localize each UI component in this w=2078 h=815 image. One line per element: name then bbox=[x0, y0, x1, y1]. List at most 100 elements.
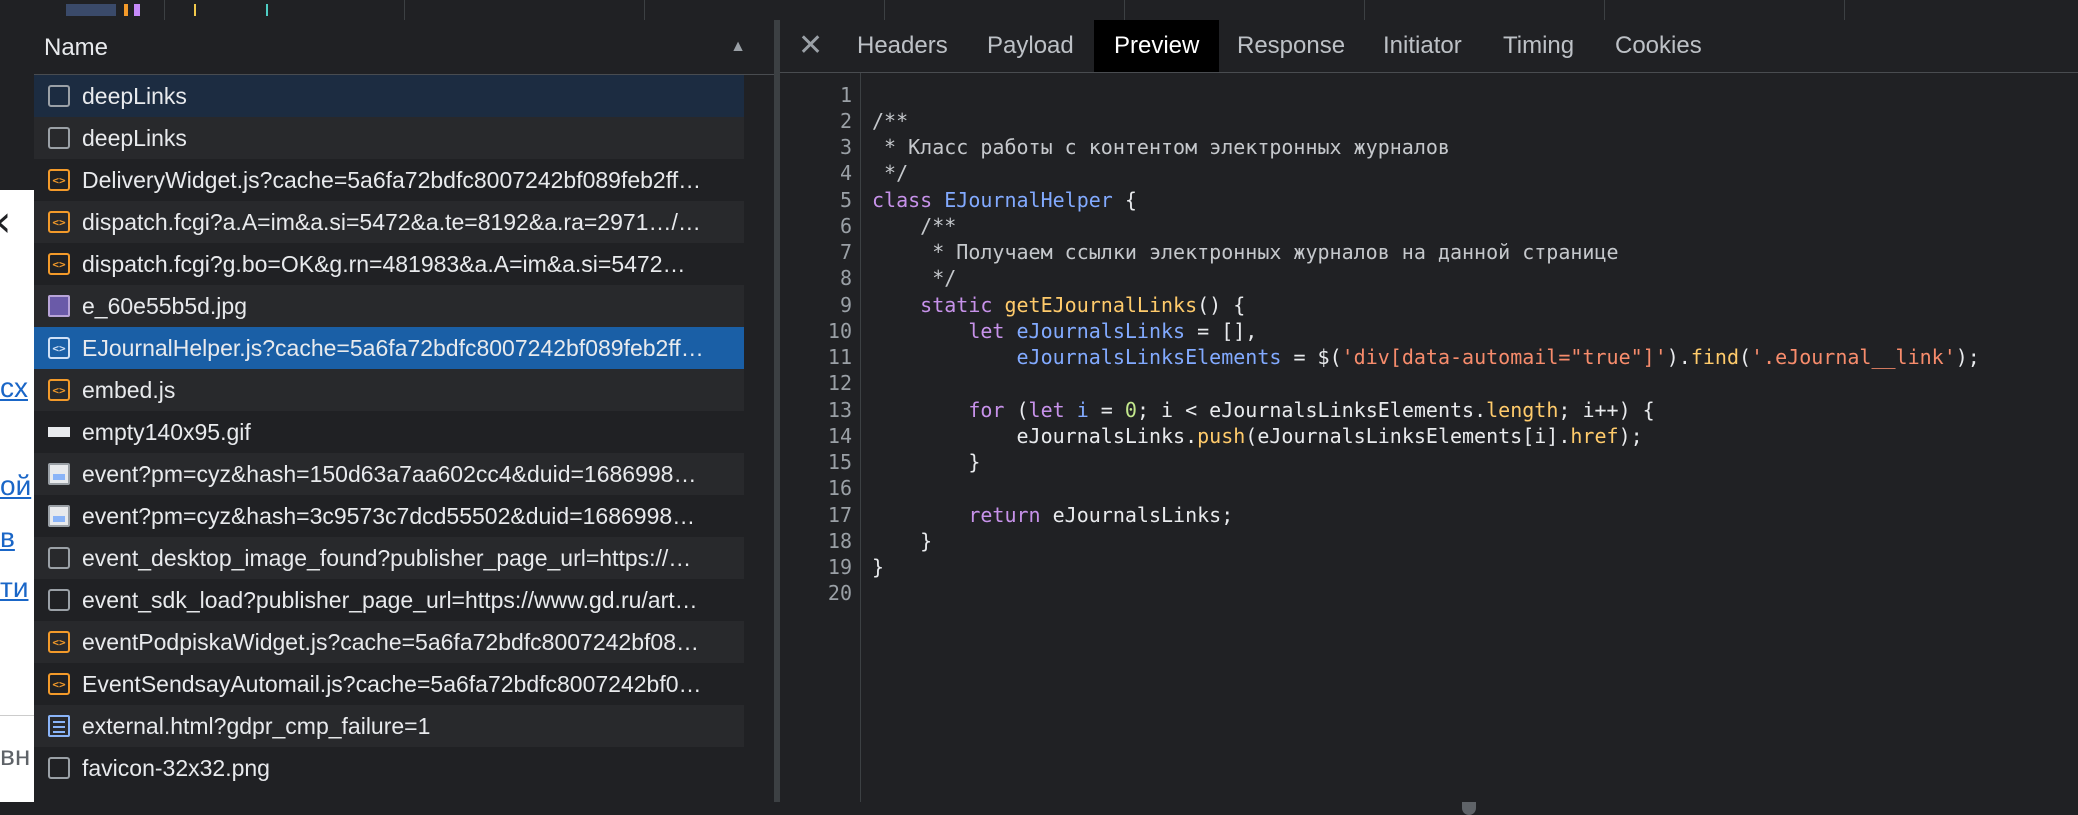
close-detail-icon[interactable]: ✕ bbox=[798, 28, 823, 63]
name-column-label: Name bbox=[44, 34, 109, 61]
tab-response[interactable]: Response bbox=[1237, 20, 1345, 72]
page-link-fragment[interactable]: сх bbox=[0, 372, 28, 404]
request-row[interactable]: <> dispatch.fcgi?a.A=im&a.si=5472&a.te=81… bbox=[34, 201, 744, 243]
network-request-list: Name ▲ deepLinks deepLinks <> DeliveryWidge… bbox=[34, 20, 1476, 815]
request-row[interactable]: <> EJournalHelper.js?cache=5a6fa72bdfc800… bbox=[34, 327, 744, 369]
tab-timing[interactable]: Timing bbox=[1503, 20, 1574, 72]
line-number: 6 bbox=[839, 214, 852, 238]
page-link-fragment[interactable]: в bbox=[0, 522, 15, 554]
checkbox-icon bbox=[48, 85, 70, 107]
request-row[interactable]: external.html?gdpr_cmp_failure=1 bbox=[34, 705, 744, 747]
timeline-bar bbox=[124, 4, 128, 16]
code-line: } bbox=[872, 529, 933, 553]
page-divider bbox=[0, 715, 34, 716]
network-overview-timeline[interactable] bbox=[34, 0, 2078, 21]
request-row[interactable]: <> EventSendsayAutomail.js?cache=5a6fa72b… bbox=[34, 663, 744, 705]
page-link-fragment[interactable]: ти bbox=[0, 572, 28, 604]
code-line: let eJournalsLinks = [], bbox=[968, 319, 1258, 343]
request-row[interactable]: <> dispatch.fcgi?g.bo=OK&g.rn=481983&a.A=… bbox=[34, 243, 744, 285]
code-line: class EJournalHelper { bbox=[872, 188, 1137, 212]
line-number: 10 bbox=[827, 319, 852, 343]
line-number: 8 bbox=[839, 266, 852, 290]
request-row[interactable]: event_sdk_load?publisher_page_url=https:… bbox=[34, 579, 744, 621]
code-line: } bbox=[872, 450, 981, 474]
line-number: 16 bbox=[827, 476, 852, 500]
request-list-scrollbar[interactable] bbox=[744, 75, 1476, 815]
request-row[interactable]: empty140x95.gif bbox=[34, 411, 744, 453]
page-text-fragment: вн bbox=[0, 740, 31, 771]
timeline-bar bbox=[266, 4, 268, 16]
code-line: } bbox=[872, 555, 885, 579]
line-number: 15 bbox=[827, 450, 852, 474]
code-line: */ bbox=[872, 161, 909, 185]
line-number: 18 bbox=[827, 529, 852, 553]
request-row[interactable]: <> DeliveryWidget.js?cache=5a6fa72bdfc800… bbox=[34, 159, 744, 201]
tab-preview[interactable]: Preview bbox=[1094, 20, 1220, 72]
request-name: EJournalHelper.js?cache=5a6fa72bdfc80072… bbox=[82, 334, 704, 361]
request-row[interactable]: e_60e55b5d.jpg bbox=[34, 285, 744, 327]
checkbox-icon bbox=[48, 127, 70, 149]
code-line: eJournalsLinks.push(eJournalsLinksElemen… bbox=[872, 424, 1643, 448]
name-column-header[interactable]: Name ▲ bbox=[34, 20, 774, 75]
request-row[interactable]: event?pm=cyz&hash=150d63a7aa602cc4&duid=… bbox=[34, 453, 744, 495]
request-name: event_sdk_load?publisher_page_url=https:… bbox=[82, 586, 698, 613]
line-number: 11 bbox=[827, 345, 852, 369]
timeline-bar bbox=[134, 4, 140, 16]
line-number: 7 bbox=[839, 240, 852, 264]
line-number: 20 bbox=[827, 581, 852, 605]
line-number: 5 bbox=[839, 188, 852, 212]
request-name: external.html?gdpr_cmp_failure=1 bbox=[82, 712, 431, 739]
tab-payload[interactable]: Payload bbox=[987, 20, 1074, 72]
request-name: event?pm=cyz&hash=3c9573c7dcd55502&duid=… bbox=[82, 502, 696, 529]
line-number: 9 bbox=[839, 293, 852, 317]
background-page: ‹ сх ой в ти вн bbox=[0, 0, 34, 802]
code-line: return eJournalsLinks; bbox=[968, 503, 1234, 527]
background-dark-region bbox=[0, 0, 34, 190]
request-row[interactable]: deepLinks bbox=[34, 117, 744, 159]
request-row[interactable]: event?pm=cyz&hash=3c9573c7dcd55502&duid=… bbox=[34, 495, 744, 537]
preview-code-viewer[interactable]: 1 2 3 4 5 6 7 8 9 10 11 12 13 14 15 16 17 18 19 20 /** * Кл… bbox=[780, 73, 2078, 802]
timeline-gridline bbox=[1124, 0, 1125, 20]
page-link-fragment[interactable]: ой bbox=[0, 470, 31, 502]
script-icon: <> bbox=[48, 631, 70, 653]
tab-initiator[interactable]: Initiator bbox=[1383, 20, 1462, 72]
request-name: dispatch.fcgi?g.bo=OK&g.rn=481983&a.A=im… bbox=[82, 250, 686, 277]
timeline-gridline bbox=[164, 0, 165, 20]
sort-ascending-icon[interactable]: ▲ bbox=[730, 38, 746, 56]
code-line: eJournalsLinksElements = $('div[data-aut… bbox=[1016, 345, 1980, 369]
back-chevron-icon[interactable]: ‹ bbox=[0, 200, 12, 244]
line-number: 12 bbox=[827, 371, 852, 395]
code-line: * Класс работы с контентом электронных ж… bbox=[872, 135, 1450, 159]
script-icon: <> bbox=[48, 379, 70, 401]
html-doc-icon bbox=[48, 715, 70, 737]
request-row[interactable]: event_desktop_image_found?publisher_page… bbox=[34, 537, 744, 579]
script-icon: <> bbox=[48, 337, 70, 359]
code-line: /** bbox=[872, 214, 957, 238]
tab-cookies[interactable]: Cookies bbox=[1615, 20, 1702, 72]
request-rows: deepLinks deepLinks <> DeliveryWidget.js?ca… bbox=[34, 75, 744, 789]
request-row[interactable]: favicon-32x32.png bbox=[34, 747, 744, 789]
code-line: for (let i = 0; i < eJournalsLinksElemen… bbox=[968, 398, 1655, 422]
timeline-gridline bbox=[1844, 0, 1845, 20]
code-line: static getEJournalLinks() { bbox=[920, 293, 1246, 317]
line-number: 2 bbox=[839, 109, 852, 133]
tab-headers[interactable]: Headers bbox=[857, 20, 948, 72]
script-icon: <> bbox=[48, 211, 70, 233]
gif-icon bbox=[48, 427, 70, 437]
request-name: favicon-32x32.png bbox=[82, 754, 270, 781]
request-name: DeliveryWidget.js?cache=5a6fa72bdfc80072… bbox=[82, 166, 702, 193]
timeline-gridline bbox=[884, 0, 885, 20]
request-row[interactable]: deepLinks bbox=[34, 75, 744, 117]
event-icon bbox=[48, 505, 70, 527]
request-name: EventSendsayAutomail.js?cache=5a6fa72bdf… bbox=[82, 670, 702, 697]
line-number: 3 bbox=[839, 135, 852, 159]
request-name: deepLinks bbox=[82, 124, 187, 151]
checkbox-icon bbox=[48, 757, 70, 779]
request-name: deepLinks bbox=[82, 82, 187, 109]
request-name: event?pm=cyz&hash=150d63a7aa602cc4&duid=… bbox=[82, 460, 697, 487]
request-row[interactable]: <> embed.js bbox=[34, 369, 744, 411]
request-row[interactable]: <> eventPodpiskaWidget.js?cache=5a6fa72bd… bbox=[34, 621, 744, 663]
checkbox-icon bbox=[48, 589, 70, 611]
